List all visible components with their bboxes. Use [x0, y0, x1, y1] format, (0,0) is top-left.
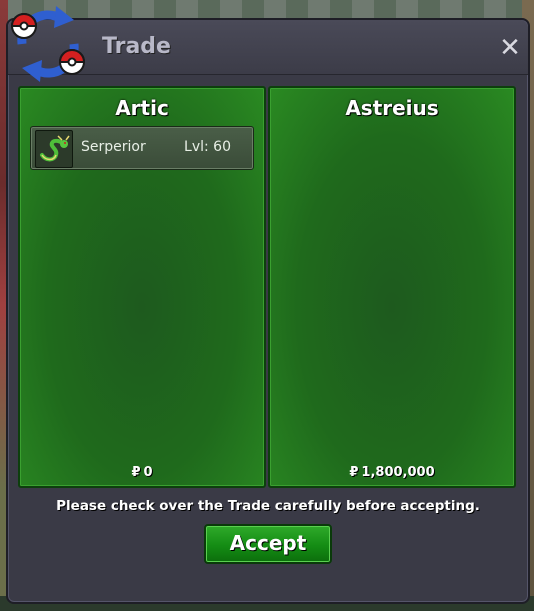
trade-notice: Please check over the Trade carefully be… [56, 498, 480, 514]
trade-dialog: Trade ✕ Artic Serperior Lvl: 60 ₽ 0 Astr… [6, 6, 530, 604]
money-offer-artic: ₽0 [20, 465, 264, 480]
pokedollar-icon: ₽ [131, 465, 141, 480]
accept-button[interactable]: Accept [204, 524, 332, 564]
pokeball-icon-2 [58, 49, 86, 75]
close-button[interactable]: ✕ [496, 34, 524, 62]
money-amount-artic: 0 [143, 465, 153, 480]
trainer-name-astreius: Astreius [345, 96, 439, 120]
pokeball-icon [10, 13, 38, 39]
money-offer-astreius: ₽1,800,000 [270, 465, 514, 480]
trainer-name-artic: Artic [115, 96, 169, 120]
trade-arrows-icon [10, 6, 86, 82]
trade-panel-artic: Artic Serperior Lvl: 60 ₽0 [18, 86, 266, 488]
money-amount-astreius: 1,800,000 [361, 465, 435, 480]
close-icon: ✕ [499, 33, 521, 63]
serperior-sprite-icon [35, 130, 73, 168]
dialog-title: Trade [102, 34, 171, 59]
item-name: Serperior [81, 139, 146, 155]
item-level: Lvl: 60 [184, 139, 231, 155]
trade-item-serperior[interactable]: Serperior Lvl: 60 [30, 126, 254, 170]
pokedollar-icon: ₽ [349, 465, 359, 480]
trade-panel-astreius: Astreius ₽1,800,000 [268, 86, 516, 488]
